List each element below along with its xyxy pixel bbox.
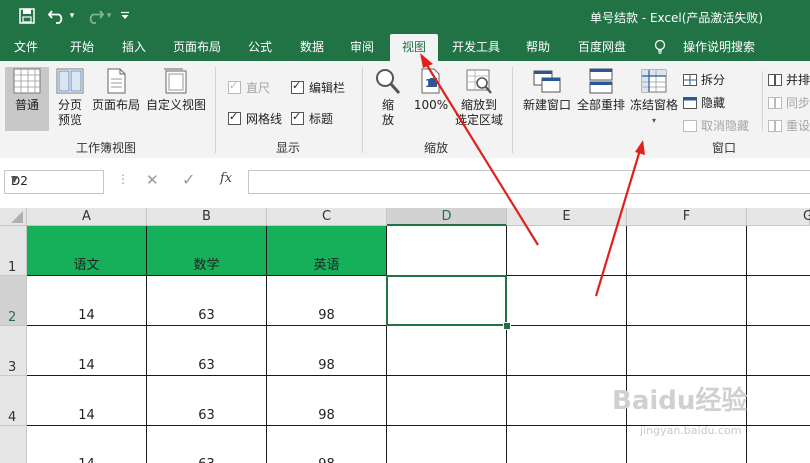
- watermark-logo: Baidu经验: [612, 386, 748, 416]
- arrow-to-view-tab: [424, 61, 539, 246]
- arrow-to-freeze-panes: [594, 149, 642, 297]
- watermark-url: jingyan.baidu.com: [640, 424, 742, 437]
